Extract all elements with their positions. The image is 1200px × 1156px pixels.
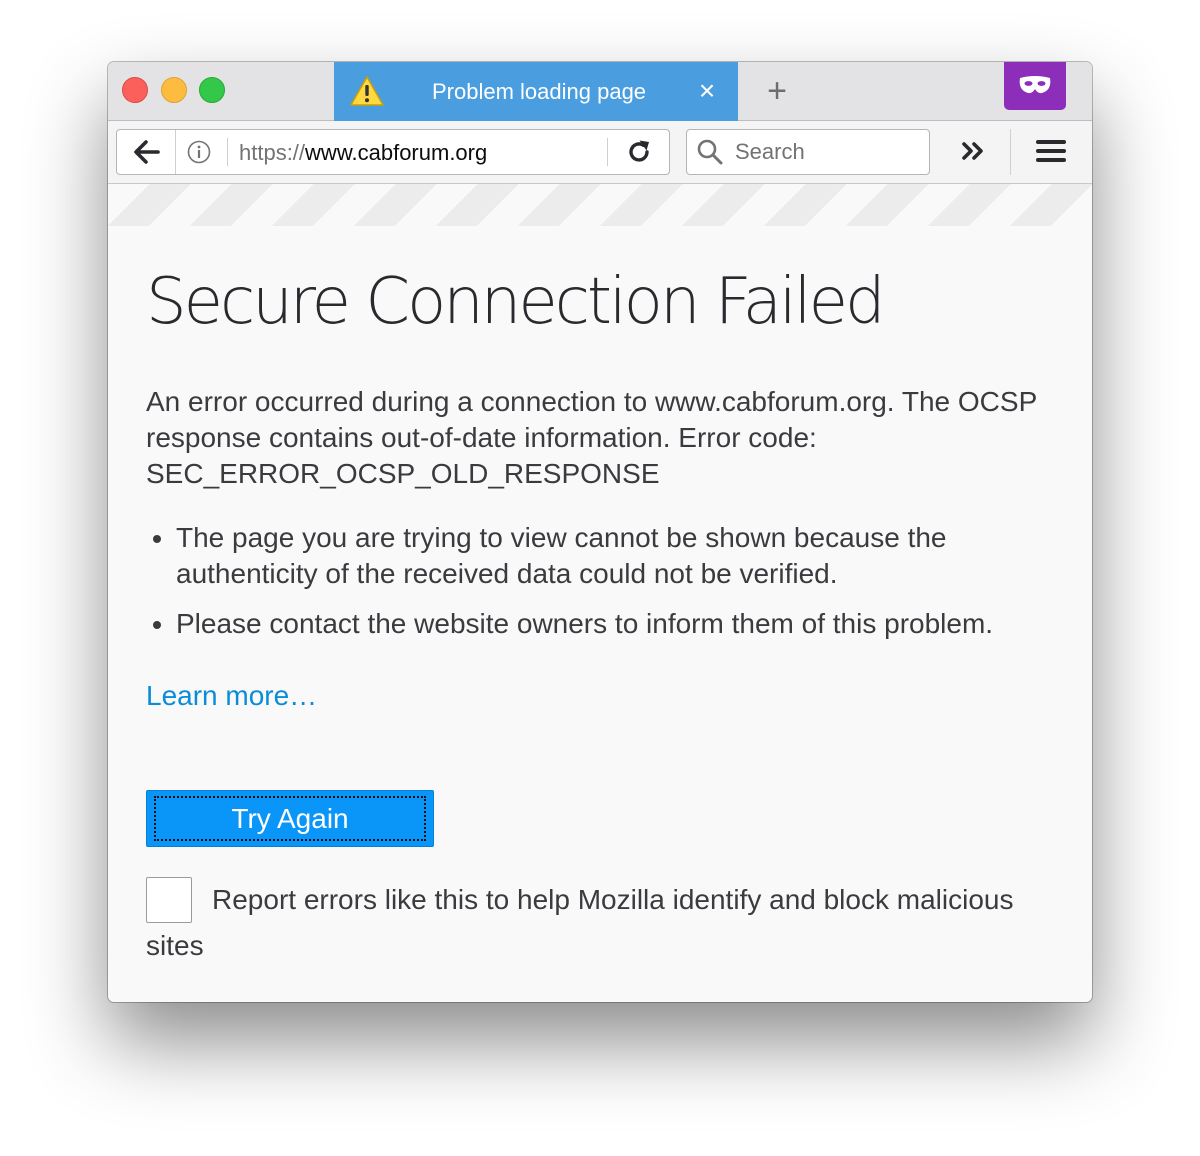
- error-reasons-list: The page you are trying to view cannot b…: [146, 520, 1056, 642]
- back-button[interactable]: [117, 130, 176, 174]
- list-item: The page you are trying to view cannot b…: [176, 520, 1056, 592]
- report-errors-row: Report errors like this to help Mozilla …: [146, 877, 1056, 969]
- private-mask-icon: [1019, 76, 1051, 94]
- try-again-label: Try Again: [231, 803, 349, 834]
- url-host: www.cabforum.org: [305, 140, 488, 165]
- tab-bar: Problem loading page × +: [108, 62, 1092, 121]
- url-bar[interactable]: https://www.cabforum.org: [116, 129, 670, 175]
- close-icon[interactable]: ×: [692, 74, 722, 108]
- url-text[interactable]: https://www.cabforum.org: [239, 140, 487, 166]
- tab-title: Problem loading page: [432, 79, 647, 104]
- learn-more-link[interactable]: Learn more…: [146, 680, 317, 712]
- navigation-toolbar: https://www.cabforum.org: [108, 121, 1092, 184]
- try-again-button[interactable]: Try Again: [146, 790, 434, 847]
- back-arrow-icon: [134, 140, 160, 164]
- search-icon: [697, 139, 723, 165]
- error-description: An error occurred during a connection to…: [146, 386, 1037, 489]
- window-close-button[interactable]: [122, 77, 148, 103]
- browser-window: Problem loading page × + https://www.cab…: [108, 62, 1092, 1002]
- plus-icon[interactable]: +: [760, 74, 794, 108]
- reload-divider: [607, 138, 608, 166]
- private-browsing-badge: [1004, 62, 1066, 110]
- report-errors-label: Report errors like this to help Mozilla …: [146, 884, 1014, 961]
- report-errors-checkbox[interactable]: [146, 877, 192, 923]
- hamburger-menu-icon: [1036, 140, 1066, 162]
- overflow-menu-button[interactable]: [954, 135, 994, 167]
- main-menu-button[interactable]: [1030, 135, 1070, 167]
- tab-problem-loading-page[interactable]: Problem loading page ×: [334, 62, 738, 121]
- overflow-chevron-icon: [962, 142, 983, 160]
- page-title: Secure Connection Failed: [146, 265, 886, 339]
- reload-button[interactable]: [617, 136, 661, 168]
- url-scheme: https://: [239, 140, 306, 165]
- window-minimize-button[interactable]: [161, 77, 187, 103]
- url-divider: [227, 138, 228, 166]
- reload-icon: [629, 140, 649, 162]
- window-maximize-button[interactable]: [199, 77, 225, 103]
- warning-icon: [350, 76, 384, 106]
- error-page-content: Secure Connection Failed An error occurr…: [146, 226, 1056, 969]
- search-bar[interactable]: [686, 129, 930, 175]
- search-input[interactable]: [735, 130, 921, 174]
- warning-stripes-banner: [108, 184, 1092, 226]
- toolbar-separator: [1010, 129, 1011, 175]
- info-icon[interactable]: [187, 140, 211, 164]
- list-item: Please contact the website owners to inf…: [176, 606, 1056, 642]
